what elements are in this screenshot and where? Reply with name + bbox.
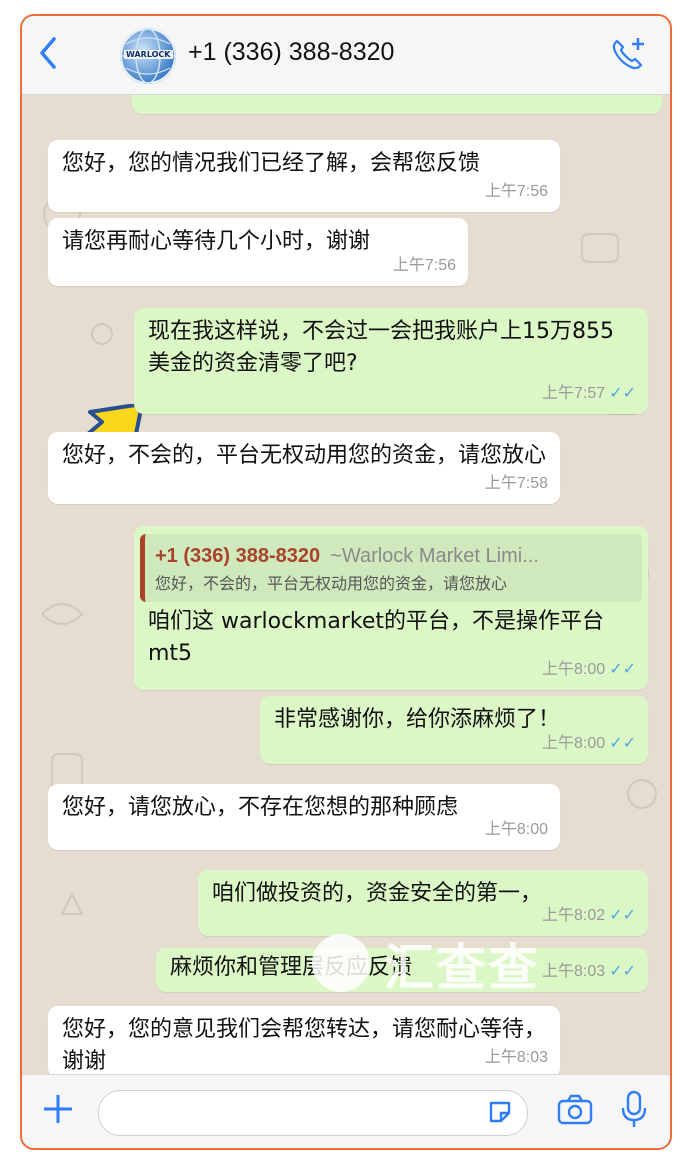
watermark-logo-icon (312, 934, 370, 992)
add-call-button[interactable] (608, 34, 648, 74)
message-text: 您好，您的意见我们会帮您转达，请您耐心等待，谢谢 (62, 1017, 547, 1074)
message-time: 上午8:03 (484, 1049, 548, 1066)
quoted-sender: +1 (336) 388-8320 ~Warlock Market Limi... (155, 545, 539, 567)
message-time: 上午7:57 ✓✓ (542, 385, 636, 402)
phone-add-icon (612, 38, 644, 70)
watermark-text: 汇查查 (384, 939, 540, 997)
message-bubble-outgoing[interactable]: 现在我这样说，不会过一会把我账户上15万855美金的资金清零了吧? 上午7:57… (134, 308, 648, 414)
message-text: 咱们做投资的，资金安全的第一， (212, 881, 543, 906)
attach-button[interactable] (40, 1087, 76, 1140)
quoted-message[interactable]: +1 (336) 388-8320 ~Warlock Market Limi...… (140, 534, 642, 602)
message-input-bar (22, 1074, 670, 1148)
watermark: 汇查查 (312, 928, 602, 998)
read-check-icon: ✓✓ (609, 661, 636, 678)
back-button[interactable] (38, 36, 66, 72)
message-time: 上午7:58 (484, 475, 548, 492)
message-input[interactable] (98, 1090, 528, 1136)
message-text: 请您再耐心等待几个小时，谢谢 (62, 229, 371, 254)
message-bubble-incoming[interactable]: 您好，您的情况我们已经了解，会帮您反馈 上午7:56 (48, 140, 560, 212)
message-bubble-outgoing[interactable]: 非常感谢你，给你添麻烦了！ 上午8:00 ✓✓ (260, 696, 648, 764)
message-time: 上午7:56 (392, 257, 456, 274)
message-text: 您好，不会的，平台无权动用您的资金，请您放心 (62, 443, 547, 468)
contact-avatar[interactable]: WARLOCK (120, 28, 176, 84)
message-text: 现在我这样说，不会过一会把我账户上15万855美金的资金清零了吧? (148, 319, 614, 376)
chat-header: WARLOCK +1 (336) 388-8320 (22, 16, 670, 95)
message-bubble-incoming[interactable]: 您好，不会的，平台无权动用您的资金，请您放心 上午7:58 (48, 432, 560, 504)
camera-icon[interactable] (556, 1093, 594, 1127)
read-check-icon: ✓✓ (609, 963, 636, 980)
message-bubble-incoming[interactable]: 您好，您的意见我们会帮您转达，请您耐心等待，谢谢 上午8:03 (48, 1006, 560, 1078)
contact-name[interactable]: +1 (336) 388-8320 (188, 38, 394, 67)
phone-screenshot-frame: WARLOCK +1 (336) 388-8320 您好，您的情况我们已经了解，… (20, 14, 672, 1150)
read-check-icon: ✓✓ (609, 385, 636, 402)
chevron-left-icon (40, 37, 56, 69)
quoted-text: 您好，不会的，平台无权动用您的资金，请您放心 (155, 574, 508, 593)
message-bubble-outgoing[interactable]: 咱们做投资的，资金安全的第一， 上午8:02 ✓✓ (198, 870, 648, 936)
message-bubble-incoming[interactable]: 您好，请您放心，不存在您想的那种顾虑 上午8:00 (48, 784, 560, 850)
message-text: 您好，请您放心，不存在您想的那种顾虑 (62, 795, 459, 820)
message-text: 咱们这 warlockmarket的平台，不是操作平台 mt5 (148, 609, 604, 666)
read-check-icon: ✓✓ (609, 907, 636, 924)
message-bubble-outgoing-reply[interactable]: +1 (336) 388-8320 ~Warlock Market Limi...… (134, 526, 648, 690)
message-text: 您好，您的情况我们已经了解，会帮您反馈 (62, 151, 481, 176)
message-time: 上午8:00 (484, 821, 548, 838)
avatar-logo-text: WARLOCK (124, 50, 173, 59)
message-text: 非常感谢你，给你添麻烦了！ (274, 707, 561, 732)
read-check-icon: ✓✓ (609, 735, 636, 752)
sticker-icon[interactable] (487, 1099, 513, 1125)
microphone-icon[interactable] (620, 1089, 648, 1129)
message-bubble-incoming[interactable]: 请您再耐心等待几个小时，谢谢 上午7:56 (48, 218, 468, 286)
message-time: 上午8:00 ✓✓ (542, 735, 636, 752)
plus-icon (44, 1095, 72, 1123)
message-time: 上午8:00 ✓✓ (542, 661, 636, 678)
message-time: 上午7:56 (484, 183, 548, 200)
